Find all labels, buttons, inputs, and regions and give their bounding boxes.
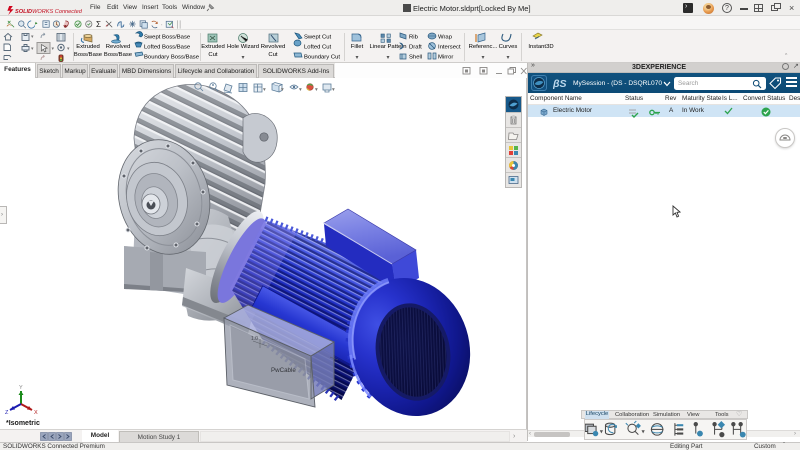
svg-text:Z: Z [5,410,9,416]
svg-text:Y: Y [19,385,23,391]
svg-text:Σ: Σ [96,20,101,29]
svg-text:▾: ▾ [332,87,335,93]
svg-text:▾: ▾ [263,87,266,93]
svg-text:·: · [161,21,163,28]
svg-text:Revolved: Revolved [106,44,131,50]
svg-text:▾: ▾ [281,87,284,93]
svg-text:Boss/Base: Boss/Base [74,52,103,58]
svg-text:Boundary Cut: Boundary Cut [304,55,340,61]
svg-text:▾: ▾ [52,46,55,52]
svg-text:Curves: Curves [499,44,518,50]
svg-text:Hole Wizard: Hole Wizard [227,44,259,50]
svg-text:▾: ▾ [641,428,644,435]
svg-text:Boundary Boss/Base: Boundary Boss/Base [144,55,200,61]
svg-text:Revolved: Revolved [261,44,286,50]
svg-text:Extruded: Extruded [76,44,100,50]
svg-text:Lofted Cut: Lofted Cut [304,45,332,51]
svg-text:▾: ▾ [67,46,70,52]
svg-text:βS: βS [553,78,567,90]
svg-text:▾: ▾ [299,87,302,93]
svg-text:Boss/Base: Boss/Base [104,52,133,58]
svg-text:▾: ▾ [482,55,485,61]
svg-text:▾: ▾ [356,55,359,61]
svg-text:Shell: Shell [409,55,422,61]
svg-text:▾: ▾ [315,87,318,93]
svg-text:▾: ▾ [507,55,510,61]
svg-text:▾: ▾ [31,46,34,52]
svg-text:Extruded: Extruded [201,44,225,50]
svg-text:Rib: Rib [409,35,419,41]
svg-text:▾: ▾ [600,428,603,435]
svg-text:Cut: Cut [268,52,278,58]
svg-text:▾: ▾ [242,55,245,61]
svg-text:▾: ▾ [31,34,34,40]
svg-text:Instant3D: Instant3D [528,44,553,50]
svg-text:Cut: Cut [208,52,218,58]
svg-text:Intersect: Intersect [438,45,461,51]
svg-text:Referenc...: Referenc... [469,44,498,50]
svg-text:Fillet: Fillet [351,44,364,50]
svg-text:SOLIDWORKS Connected: SOLIDWORKS Connected [15,9,83,15]
svg-text:X: X [34,410,38,416]
svg-text:▾: ▾ [387,55,390,61]
svg-text:Swept Cut: Swept Cut [304,35,332,41]
svg-text:PwCable: PwCable [271,367,296,374]
svg-text:Wrap: Wrap [438,35,453,41]
svg-text:Swept Boss/Base: Swept Boss/Base [144,35,191,41]
svg-text:1.0: 1.0 [251,336,258,342]
svg-text:Mirror: Mirror [438,55,453,61]
svg-text:Lofted Boss/Base: Lofted Boss/Base [144,45,191,51]
svg-text:Draft: Draft [409,45,422,51]
